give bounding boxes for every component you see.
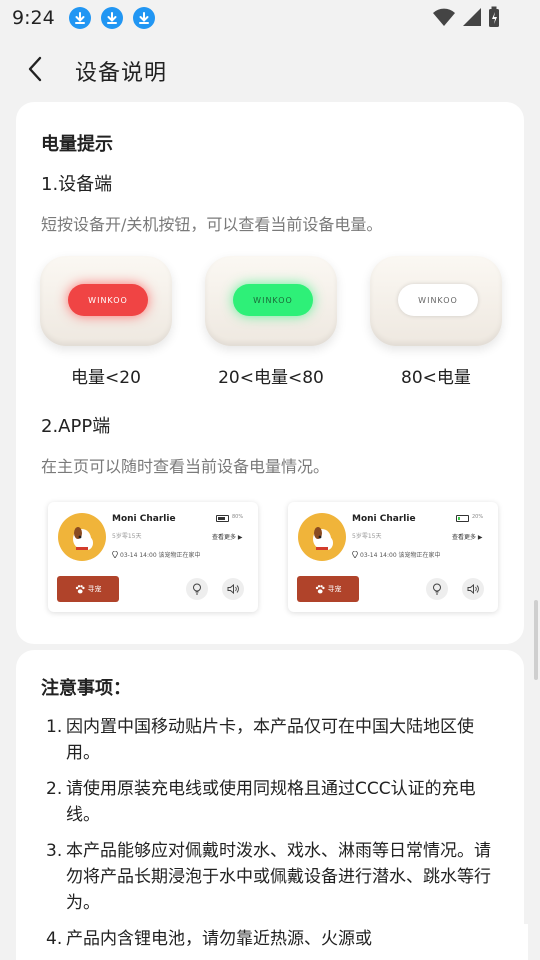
location-pin-icon bbox=[112, 551, 118, 558]
note-number: 3. bbox=[46, 841, 63, 861]
speaker-icon bbox=[227, 584, 239, 594]
download-notification-icon bbox=[100, 7, 123, 29]
paw-icon bbox=[75, 584, 85, 593]
battery-info-card: 电量提示 1.设备端 短按设备开/关机按钮，可以查看当前设备电量。 WINKOO… bbox=[16, 102, 524, 644]
status-time: 9:24 bbox=[12, 7, 55, 29]
app-screenshot-full: Moni Charlie 5岁零15天 80% 查看更多 ▶ 03-14 14:… bbox=[48, 502, 258, 612]
status-bar: 9:24 bbox=[0, 0, 540, 36]
note-number: 2. bbox=[46, 779, 63, 799]
note-text: 请使用原装充电线或使用同规格且通过CCC认证的充电线。 bbox=[66, 779, 476, 825]
device-led: WINKOO bbox=[233, 284, 313, 316]
find-pet-button: 寻宠 bbox=[57, 576, 119, 602]
pet-avatar bbox=[58, 513, 106, 561]
signal-icon bbox=[462, 7, 482, 31]
device-led: WINKOO bbox=[398, 284, 478, 316]
sound-button bbox=[222, 578, 244, 600]
app-header: 设备说明 bbox=[0, 36, 540, 102]
status-icons bbox=[432, 6, 500, 32]
note-item: 1. 因内置中国移动贴片卡，本产品仅可在中国大陆地区使用。 bbox=[46, 714, 506, 766]
note-number: 1. bbox=[46, 717, 63, 737]
device-subtitle: 1.设备端 bbox=[41, 174, 113, 195]
paw-icon bbox=[315, 584, 325, 593]
light-button bbox=[426, 578, 448, 600]
scrollbar[interactable] bbox=[534, 600, 538, 680]
sound-button bbox=[462, 578, 484, 600]
device-caption-high: 80<电量 bbox=[401, 368, 471, 388]
notes-card: 注意事项： 1. 因内置中国移动贴片卡，本产品仅可在中国大陆地区使用。 2. 请… bbox=[16, 650, 524, 960]
find-pet-label: 寻宠 bbox=[327, 585, 342, 593]
back-button[interactable] bbox=[20, 54, 50, 84]
battery-section-title: 电量提示 bbox=[41, 134, 113, 155]
location-pin-icon bbox=[352, 551, 358, 558]
note-text: 因内置中国移动贴片卡，本产品仅可在中国大陆地区使用。 bbox=[66, 717, 474, 763]
location-text: 03-14 14:00 该宠物正在家中 bbox=[360, 552, 441, 559]
wifi-icon bbox=[432, 7, 456, 31]
device-image-high: WINKOO bbox=[370, 256, 502, 346]
battery-percent: 20% bbox=[472, 514, 484, 520]
pet-name: Moni Charlie bbox=[352, 514, 416, 524]
device-caption-medium: 20<电量<80 bbox=[218, 368, 324, 388]
find-pet-button: 寻宠 bbox=[297, 576, 359, 602]
bulb-icon bbox=[433, 583, 441, 595]
page-title: 设备说明 bbox=[75, 61, 168, 86]
battery-fill bbox=[458, 517, 460, 520]
chevron-left-icon bbox=[28, 56, 42, 82]
notes-title: 注意事项： bbox=[41, 678, 131, 699]
app-subtitle: 2.APP端 bbox=[41, 416, 111, 437]
pet-age: 5岁零15天 bbox=[112, 533, 142, 540]
device-image-low: WINKOO bbox=[40, 256, 172, 346]
bulb-icon bbox=[193, 583, 201, 595]
speaker-icon bbox=[467, 584, 479, 594]
battery-level-indicator bbox=[456, 515, 469, 522]
battery-level-indicator bbox=[216, 515, 229, 522]
note-number: 4. bbox=[46, 929, 63, 949]
bottom-fade bbox=[378, 924, 528, 960]
battery-fill bbox=[218, 517, 226, 520]
location-text: 03-14 14:00 该宠物正在家中 bbox=[120, 552, 201, 559]
note-item: 2. 请使用原装充电线或使用同规格且通过CCC认证的充电线。 bbox=[46, 776, 506, 828]
battery-percent: 80% bbox=[232, 514, 244, 520]
pet-age: 5岁零15天 bbox=[352, 533, 382, 540]
see-more-link: 查看更多 ▶ bbox=[212, 534, 243, 541]
location-line: 03-14 14:00 该宠物正在家中 bbox=[352, 550, 441, 559]
device-image-medium: WINKOO bbox=[205, 256, 337, 346]
app-screenshot-low: Moni Charlie 5岁零15天 20% 查看更多 ▶ 03-14 14:… bbox=[288, 502, 498, 612]
note-text: 本产品能够应对佩戴时泼水、戏水、淋雨等日常情况。请勿将产品长期浸泡于水中或佩戴设… bbox=[66, 841, 491, 913]
battery-charging-icon bbox=[488, 6, 500, 32]
app-description: 在主页可以随时查看当前设备电量情况。 bbox=[41, 457, 330, 476]
note-item: 3. 本产品能够应对佩戴时泼水、戏水、淋雨等日常情况。请勿将产品长期浸泡于水中或… bbox=[46, 838, 506, 916]
pet-avatar bbox=[298, 513, 346, 561]
device-caption-low: 电量<20 bbox=[71, 368, 141, 388]
pet-name: Moni Charlie bbox=[112, 514, 176, 524]
find-pet-label: 寻宠 bbox=[87, 585, 102, 593]
download-notification-icon bbox=[68, 7, 91, 29]
see-more-link: 查看更多 ▶ bbox=[452, 534, 483, 541]
device-led: WINKOO bbox=[68, 284, 148, 316]
location-line: 03-14 14:00 该宠物正在家中 bbox=[112, 550, 201, 559]
download-notification-icon bbox=[132, 7, 155, 29]
device-description: 短按设备开/关机按钮，可以查看当前设备电量。 bbox=[41, 215, 383, 234]
light-button bbox=[186, 578, 208, 600]
